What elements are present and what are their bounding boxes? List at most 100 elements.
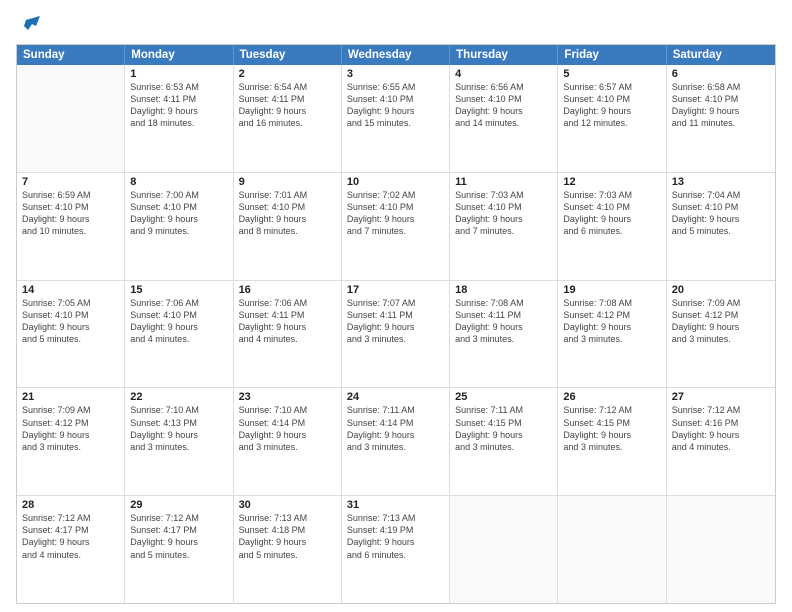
page-header: [16, 12, 776, 38]
day-cell-24: 24Sunrise: 7:11 AM Sunset: 4:14 PM Dayli…: [342, 388, 450, 495]
day-number: 26: [563, 391, 660, 403]
day-info: Sunrise: 6:53 AM Sunset: 4:11 PM Dayligh…: [130, 81, 227, 130]
day-info: Sunrise: 7:09 AM Sunset: 4:12 PM Dayligh…: [22, 404, 119, 453]
page-container: SundayMondayTuesdayWednesdayThursdayFrid…: [0, 0, 792, 612]
day-cell-30: 30Sunrise: 7:13 AM Sunset: 4:18 PM Dayli…: [234, 496, 342, 603]
day-info: Sunrise: 7:11 AM Sunset: 4:15 PM Dayligh…: [455, 404, 552, 453]
day-cell-31: 31Sunrise: 7:13 AM Sunset: 4:19 PM Dayli…: [342, 496, 450, 603]
day-cell-5: 5Sunrise: 6:57 AM Sunset: 4:10 PM Daylig…: [558, 65, 666, 172]
day-number: 4: [455, 68, 552, 80]
day-info: Sunrise: 7:12 AM Sunset: 4:17 PM Dayligh…: [22, 512, 119, 561]
day-cell-25: 25Sunrise: 7:11 AM Sunset: 4:15 PM Dayli…: [450, 388, 558, 495]
day-number: 21: [22, 391, 119, 403]
day-cell-16: 16Sunrise: 7:06 AM Sunset: 4:11 PM Dayli…: [234, 281, 342, 388]
day-number: 23: [239, 391, 336, 403]
day-cell-10: 10Sunrise: 7:02 AM Sunset: 4:10 PM Dayli…: [342, 173, 450, 280]
day-number: 7: [22, 176, 119, 188]
day-info: Sunrise: 7:12 AM Sunset: 4:16 PM Dayligh…: [672, 404, 770, 453]
day-number: 29: [130, 499, 227, 511]
day-number: 2: [239, 68, 336, 80]
day-number: 13: [672, 176, 770, 188]
day-cell-8: 8Sunrise: 7:00 AM Sunset: 4:10 PM Daylig…: [125, 173, 233, 280]
logo: [16, 16, 40, 38]
day-number: 19: [563, 284, 660, 296]
day-info: Sunrise: 7:03 AM Sunset: 4:10 PM Dayligh…: [563, 189, 660, 238]
header-day-thursday: Thursday: [450, 45, 558, 65]
day-info: Sunrise: 7:06 AM Sunset: 4:11 PM Dayligh…: [239, 297, 336, 346]
header-day-friday: Friday: [558, 45, 666, 65]
day-info: Sunrise: 6:56 AM Sunset: 4:10 PM Dayligh…: [455, 81, 552, 130]
day-info: Sunrise: 7:07 AM Sunset: 4:11 PM Dayligh…: [347, 297, 444, 346]
day-number: 24: [347, 391, 444, 403]
day-cell-22: 22Sunrise: 7:10 AM Sunset: 4:13 PM Dayli…: [125, 388, 233, 495]
day-cell-4: 4Sunrise: 6:56 AM Sunset: 4:10 PM Daylig…: [450, 65, 558, 172]
day-number: 10: [347, 176, 444, 188]
day-number: 6: [672, 68, 770, 80]
day-info: Sunrise: 6:55 AM Sunset: 4:10 PM Dayligh…: [347, 81, 444, 130]
day-info: Sunrise: 7:08 AM Sunset: 4:11 PM Dayligh…: [455, 297, 552, 346]
day-info: Sunrise: 7:05 AM Sunset: 4:10 PM Dayligh…: [22, 297, 119, 346]
day-info: Sunrise: 7:00 AM Sunset: 4:10 PM Dayligh…: [130, 189, 227, 238]
day-info: Sunrise: 7:08 AM Sunset: 4:12 PM Dayligh…: [563, 297, 660, 346]
day-cell-23: 23Sunrise: 7:10 AM Sunset: 4:14 PM Dayli…: [234, 388, 342, 495]
day-info: Sunrise: 6:54 AM Sunset: 4:11 PM Dayligh…: [239, 81, 336, 130]
day-info: Sunrise: 7:10 AM Sunset: 4:13 PM Dayligh…: [130, 404, 227, 453]
day-cell-18: 18Sunrise: 7:08 AM Sunset: 4:11 PM Dayli…: [450, 281, 558, 388]
day-info: Sunrise: 7:04 AM Sunset: 4:10 PM Dayligh…: [672, 189, 770, 238]
header-day-tuesday: Tuesday: [234, 45, 342, 65]
day-cell-29: 29Sunrise: 7:12 AM Sunset: 4:17 PM Dayli…: [125, 496, 233, 603]
day-info: Sunrise: 7:10 AM Sunset: 4:14 PM Dayligh…: [239, 404, 336, 453]
day-cell-15: 15Sunrise: 7:06 AM Sunset: 4:10 PM Dayli…: [125, 281, 233, 388]
day-number: 20: [672, 284, 770, 296]
day-number: 1: [130, 68, 227, 80]
day-cell-19: 19Sunrise: 7:08 AM Sunset: 4:12 PM Dayli…: [558, 281, 666, 388]
empty-cell: [667, 496, 775, 603]
header-day-monday: Monday: [125, 45, 233, 65]
calendar-body: 1Sunrise: 6:53 AM Sunset: 4:11 PM Daylig…: [17, 65, 775, 603]
day-number: 11: [455, 176, 552, 188]
day-number: 9: [239, 176, 336, 188]
day-number: 25: [455, 391, 552, 403]
day-cell-13: 13Sunrise: 7:04 AM Sunset: 4:10 PM Dayli…: [667, 173, 775, 280]
day-info: Sunrise: 7:13 AM Sunset: 4:18 PM Dayligh…: [239, 512, 336, 561]
day-info: Sunrise: 7:09 AM Sunset: 4:12 PM Dayligh…: [672, 297, 770, 346]
day-info: Sunrise: 7:12 AM Sunset: 4:17 PM Dayligh…: [130, 512, 227, 561]
empty-cell: [17, 65, 125, 172]
day-info: Sunrise: 6:57 AM Sunset: 4:10 PM Dayligh…: [563, 81, 660, 130]
day-number: 5: [563, 68, 660, 80]
header-day-sunday: Sunday: [17, 45, 125, 65]
day-cell-20: 20Sunrise: 7:09 AM Sunset: 4:12 PM Dayli…: [667, 281, 775, 388]
day-cell-26: 26Sunrise: 7:12 AM Sunset: 4:15 PM Dayli…: [558, 388, 666, 495]
day-number: 3: [347, 68, 444, 80]
day-number: 14: [22, 284, 119, 296]
day-cell-2: 2Sunrise: 6:54 AM Sunset: 4:11 PM Daylig…: [234, 65, 342, 172]
day-cell-9: 9Sunrise: 7:01 AM Sunset: 4:10 PM Daylig…: [234, 173, 342, 280]
day-number: 16: [239, 284, 336, 296]
logo-bird-icon: [18, 16, 40, 38]
day-info: Sunrise: 6:59 AM Sunset: 4:10 PM Dayligh…: [22, 189, 119, 238]
calendar-row-0: 1Sunrise: 6:53 AM Sunset: 4:11 PM Daylig…: [17, 65, 775, 173]
day-number: 15: [130, 284, 227, 296]
day-cell-14: 14Sunrise: 7:05 AM Sunset: 4:10 PM Dayli…: [17, 281, 125, 388]
day-cell-11: 11Sunrise: 7:03 AM Sunset: 4:10 PM Dayli…: [450, 173, 558, 280]
day-cell-21: 21Sunrise: 7:09 AM Sunset: 4:12 PM Dayli…: [17, 388, 125, 495]
day-info: Sunrise: 7:03 AM Sunset: 4:10 PM Dayligh…: [455, 189, 552, 238]
day-number: 17: [347, 284, 444, 296]
calendar-row-1: 7Sunrise: 6:59 AM Sunset: 4:10 PM Daylig…: [17, 173, 775, 281]
day-number: 18: [455, 284, 552, 296]
calendar-header: SundayMondayTuesdayWednesdayThursdayFrid…: [17, 45, 775, 65]
day-info: Sunrise: 7:12 AM Sunset: 4:15 PM Dayligh…: [563, 404, 660, 453]
calendar-row-3: 21Sunrise: 7:09 AM Sunset: 4:12 PM Dayli…: [17, 388, 775, 496]
day-cell-7: 7Sunrise: 6:59 AM Sunset: 4:10 PM Daylig…: [17, 173, 125, 280]
day-info: Sunrise: 7:02 AM Sunset: 4:10 PM Dayligh…: [347, 189, 444, 238]
header-day-saturday: Saturday: [667, 45, 775, 65]
day-number: 8: [130, 176, 227, 188]
day-number: 31: [347, 499, 444, 511]
calendar-row-4: 28Sunrise: 7:12 AM Sunset: 4:17 PM Dayli…: [17, 496, 775, 603]
day-number: 12: [563, 176, 660, 188]
day-cell-28: 28Sunrise: 7:12 AM Sunset: 4:17 PM Dayli…: [17, 496, 125, 603]
day-info: Sunrise: 7:06 AM Sunset: 4:10 PM Dayligh…: [130, 297, 227, 346]
day-number: 30: [239, 499, 336, 511]
day-cell-17: 17Sunrise: 7:07 AM Sunset: 4:11 PM Dayli…: [342, 281, 450, 388]
day-cell-12: 12Sunrise: 7:03 AM Sunset: 4:10 PM Dayli…: [558, 173, 666, 280]
